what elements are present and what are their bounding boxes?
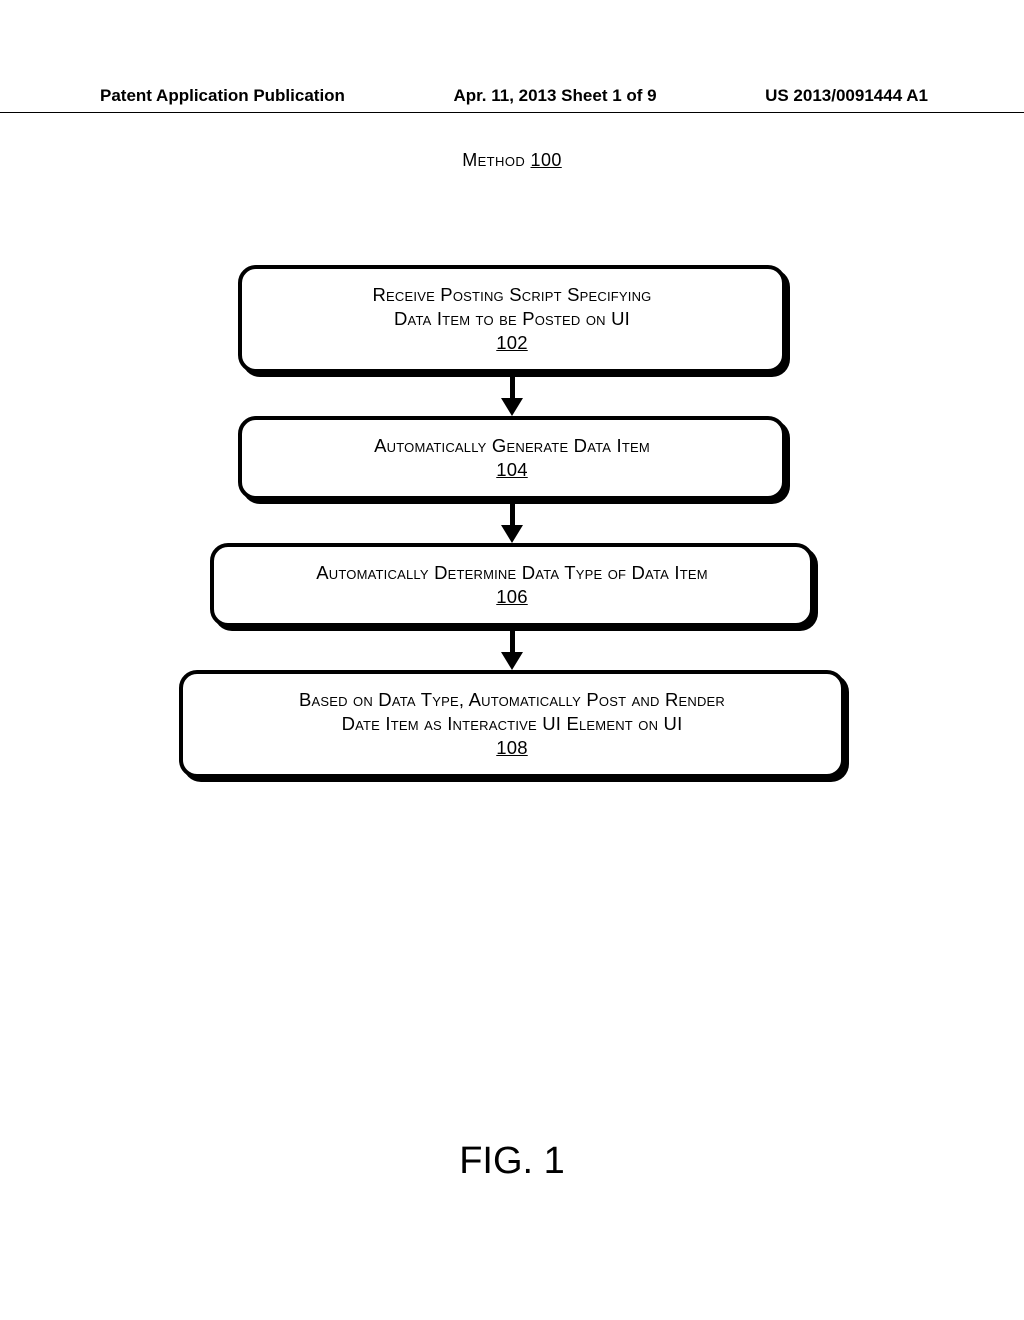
step-box-104: Automatically Generate Data Item 104 bbox=[238, 416, 786, 500]
step-text-line: Data Item to be Posted on UI bbox=[270, 307, 754, 331]
step-text-line: Automatically Determine Data Type of Dat… bbox=[242, 561, 782, 585]
header-center: Apr. 11, 2013 Sheet 1 of 9 bbox=[453, 86, 656, 106]
arrow-down-icon bbox=[511, 500, 513, 543]
arrow-down-icon bbox=[511, 373, 513, 416]
flowchart-diagram: Method 100 Receive Posting Script Specif… bbox=[0, 150, 1024, 778]
step-text-line: Receive Posting Script Specifying bbox=[270, 283, 754, 307]
step-ref-number: 104 bbox=[270, 458, 754, 482]
step-ref-number: 108 bbox=[211, 736, 813, 760]
step-text-line: Based on Data Type, Automatically Post a… bbox=[211, 688, 813, 712]
step-ref-number: 102 bbox=[270, 331, 754, 355]
step-ref-number: 106 bbox=[242, 585, 782, 609]
page-header: Patent Application Publication Apr. 11, … bbox=[0, 86, 1024, 113]
method-label: Method bbox=[462, 150, 525, 170]
step-text-line: Date Item as Interactive UI Element on U… bbox=[211, 712, 813, 736]
header-left: Patent Application Publication bbox=[100, 86, 345, 106]
method-title: Method 100 bbox=[462, 150, 562, 171]
figure-label: FIG. 1 bbox=[0, 1140, 1024, 1183]
step-box-108: Based on Data Type, Automatically Post a… bbox=[179, 670, 845, 778]
method-number: 100 bbox=[531, 150, 562, 170]
step-text-line: Automatically Generate Data Item bbox=[270, 434, 754, 458]
arrow-down-icon bbox=[511, 627, 513, 670]
header-right: US 2013/0091444 A1 bbox=[765, 86, 928, 106]
step-box-102: Receive Posting Script Specifying Data I… bbox=[238, 265, 786, 373]
flowchart: Receive Posting Script Specifying Data I… bbox=[0, 265, 1024, 778]
step-box-106: Automatically Determine Data Type of Dat… bbox=[210, 543, 814, 627]
